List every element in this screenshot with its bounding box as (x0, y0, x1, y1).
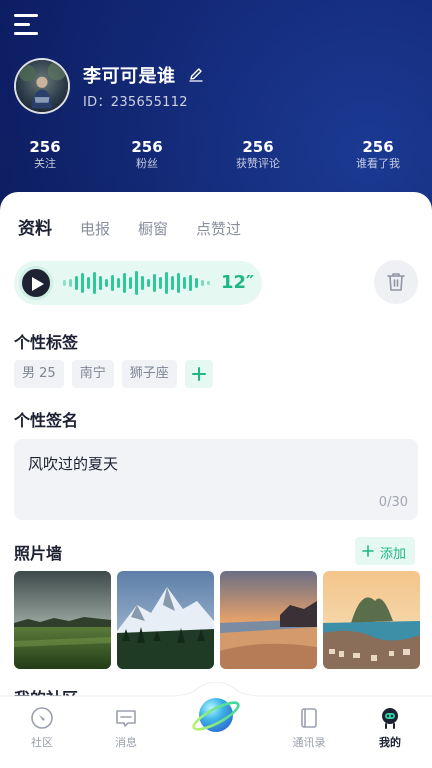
voice-duration: 12″ (221, 272, 255, 293)
compass-icon (31, 707, 53, 729)
tab-liked[interactable]: 点赞过 (196, 218, 241, 239)
contacts-icon (301, 708, 317, 728)
snow-mountain-photo[interactable] (117, 571, 214, 669)
add-tag-button[interactable] (184, 360, 213, 388)
profile-icon (382, 708, 398, 729)
nav-community[interactable]: 社区 (12, 706, 72, 750)
tag-city[interactable]: 南宁 (71, 360, 114, 388)
beach-sunset-photo[interactable] (220, 571, 317, 669)
user-name: 李可可是谁 (83, 66, 176, 87)
tab-profile-info[interactable]: 资料 (18, 214, 52, 239)
grassland-photo[interactable] (14, 571, 111, 669)
edit-icon[interactable] (188, 66, 204, 82)
profile-screen: 李可可是谁 ID：235655112 256 关注 256 粉丝 256 获赞评… (0, 0, 432, 768)
add-photo-button[interactable]: 添加 (355, 537, 415, 565)
stat-value: 256 (29, 138, 61, 156)
stats-row: 256 关注 256 粉丝 256 获赞评论 256 谁看了我 (0, 138, 432, 178)
stat-label: 关注 (34, 157, 56, 170)
avatar-image (16, 60, 68, 112)
delete-voice-button[interactable] (374, 260, 418, 304)
stat-label: 粉丝 (136, 157, 158, 170)
signature-char-counter: 0/30 (378, 495, 408, 510)
trash-icon (387, 273, 405, 291)
tags-section-title: 个性标签 (14, 333, 79, 352)
user-id: ID：235655112 (83, 95, 188, 110)
nav-contacts[interactable]: 通讯录 (279, 706, 339, 750)
avatar[interactable] (14, 58, 70, 114)
nav-label: 通讯录 (292, 736, 326, 749)
plus-icon (191, 367, 206, 381)
tab-bar: 资料 电报 橱窗 点赞过 (18, 214, 269, 239)
waveform-icon (63, 271, 210, 295)
coastal-city-photo[interactable] (323, 571, 420, 669)
stat-visitors[interactable]: 256 谁看了我 (333, 138, 423, 172)
signature-text: 风吹过的夏天 (28, 455, 119, 473)
photo-wall (14, 571, 432, 669)
tab-telegram[interactable]: 电报 (80, 218, 110, 239)
plus-icon (362, 545, 374, 557)
signature-section-title: 个性签名 (14, 411, 79, 430)
stat-value: 256 (131, 138, 163, 156)
stat-label: 获赞评论 (236, 157, 280, 170)
tag-list: 男 25 南宁 狮子座 (14, 360, 213, 388)
stat-label: 谁看了我 (356, 157, 400, 170)
signature-field[interactable]: 风吹过的夏天 0/30 (14, 439, 418, 520)
stat-value: 256 (362, 138, 394, 156)
nav-label: 消息 (115, 736, 137, 749)
nav-label: 我的 (379, 736, 401, 749)
tag-zodiac[interactable]: 狮子座 (121, 360, 177, 388)
photos-section-title: 照片墙 (14, 544, 63, 563)
tag-gender-age[interactable]: 男 25 (14, 360, 64, 388)
add-photo-label: 添加 (380, 547, 407, 562)
menu-icon[interactable] (14, 14, 40, 36)
stat-fans[interactable]: 256 粉丝 (102, 138, 192, 172)
planet-icon[interactable] (190, 689, 242, 741)
stat-following[interactable]: 256 关注 (0, 138, 90, 172)
stat-likes-comments[interactable]: 256 获赞评论 (213, 138, 303, 172)
nav-messages[interactable]: 消息 (96, 706, 156, 750)
stat-value: 256 (242, 138, 274, 156)
voice-intro-player[interactable]: 12″ (14, 261, 262, 305)
message-icon (116, 710, 136, 727)
nav-mine[interactable]: 我的 (360, 706, 420, 750)
play-icon (32, 277, 44, 291)
nav-label: 社区 (31, 736, 53, 749)
tab-showcase[interactable]: 橱窗 (138, 218, 168, 239)
play-button[interactable] (19, 266, 53, 300)
